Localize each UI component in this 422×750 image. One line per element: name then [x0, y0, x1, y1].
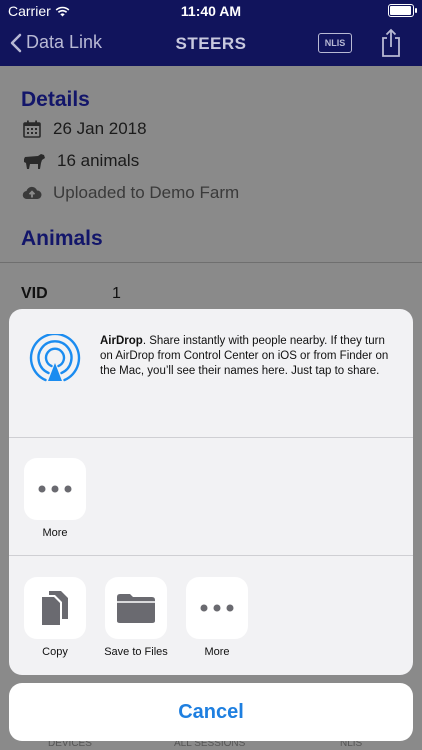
calendar-icon	[23, 120, 41, 138]
cloud-upload-icon	[22, 186, 42, 200]
status-bar: Carrier 11:40 AM	[0, 0, 422, 22]
copy-icon	[42, 591, 68, 625]
navigation-bar: Data Link STEERS NLIS	[0, 22, 422, 66]
more-button-people[interactable]: More	[24, 458, 86, 539]
cow-icon	[24, 154, 45, 169]
copy-button[interactable]: Copy	[24, 577, 86, 658]
vid-label: VID	[21, 285, 48, 302]
animals-row: 16 animals	[22, 151, 139, 171]
battery-level	[390, 6, 411, 15]
more-button-actions[interactable]: More	[186, 577, 248, 658]
nlis-button[interactable]: NLIS	[318, 33, 352, 53]
action-label: More	[42, 527, 68, 539]
upload-status: Uploaded to Demo Farm	[53, 183, 240, 202]
action-tile	[105, 577, 167, 639]
share-button[interactable]	[380, 28, 402, 63]
action-label: More	[204, 646, 230, 658]
airdrop-description: AirDrop. Share instantly with people nea…	[100, 334, 400, 379]
save-to-files-button[interactable]: Save to Files	[104, 577, 168, 658]
share-sheet: AirDrop. Share instantly with people nea…	[9, 309, 413, 675]
vid-value: 1	[112, 285, 121, 302]
airdrop-title: AirDrop	[100, 335, 143, 347]
more-icon	[38, 485, 72, 493]
more-icon	[200, 604, 234, 612]
action-tile	[24, 458, 86, 520]
divider	[9, 555, 413, 556]
page-title: STEERS	[175, 34, 247, 53]
cancel-button[interactable]: Cancel	[9, 683, 413, 741]
upload-row: Uploaded to Demo Farm	[22, 183, 239, 203]
airdrop-icon	[29, 334, 81, 382]
share-icon	[382, 28, 400, 57]
airdrop-section[interactable]: AirDrop. Share instantly with people nea…	[9, 309, 413, 437]
session-date: 26 Jan 2018	[53, 119, 147, 138]
action-tile	[24, 577, 86, 639]
divider	[9, 437, 413, 438]
status-time: 11:40 AM	[180, 3, 242, 19]
animals-heading: Animals	[21, 227, 103, 250]
animals-count: 16 animals	[57, 151, 140, 170]
date-row: 26 Jan 2018	[22, 119, 147, 139]
divider	[0, 262, 422, 263]
folder-icon	[117, 594, 155, 623]
cancel-label: Cancel	[178, 701, 244, 723]
details-heading: Details	[21, 88, 90, 111]
airdrop-text: . Share instantly with people nearby. If…	[100, 335, 389, 377]
battery-icon	[388, 4, 417, 17]
action-tile	[186, 577, 248, 639]
